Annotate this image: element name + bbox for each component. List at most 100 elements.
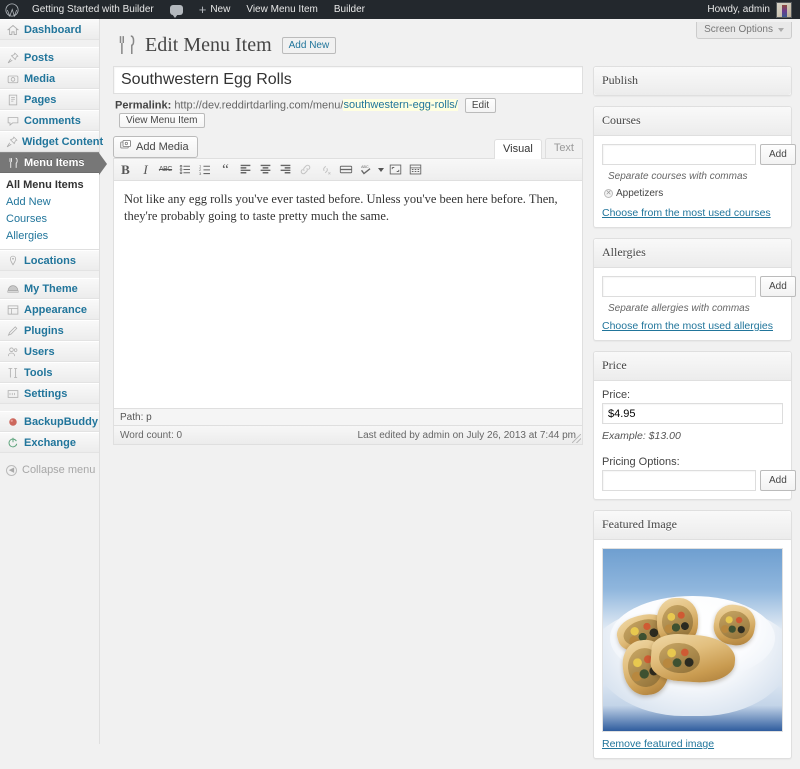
- adminbar-builder[interactable]: Builder: [326, 0, 373, 19]
- metabox-courses-title[interactable]: Courses: [594, 107, 791, 136]
- strikethrough-icon[interactable]: ABC: [156, 160, 175, 179]
- ordered-list-icon[interactable]: 123: [196, 160, 215, 179]
- align-center-icon[interactable]: [256, 160, 275, 179]
- post-title-input[interactable]: [113, 66, 583, 94]
- pricing-options-add-button[interactable]: Add: [760, 470, 796, 491]
- editor-resize-handle[interactable]: [572, 434, 581, 443]
- price-input[interactable]: [602, 403, 783, 424]
- sidebar-item-label: Widget Content: [22, 135, 104, 148]
- add-media-button[interactable]: Add Media: [113, 136, 198, 158]
- sidebar-item-label: Pages: [24, 93, 57, 106]
- adminbar-site-name[interactable]: Getting Started with Builder: [24, 0, 162, 19]
- editor-content-area[interactable]: Not like any egg rolls you've ever taste…: [113, 181, 583, 409]
- adminbar-view-menu-item[interactable]: View Menu Item: [238, 0, 326, 19]
- metabox-allergies-title[interactable]: Allergies: [594, 239, 791, 268]
- allergies-input-row: Add: [602, 276, 796, 297]
- metabox-publish-title[interactable]: Publish: [594, 67, 791, 95]
- bold-icon[interactable]: B: [116, 160, 135, 179]
- sidebar-subitem-all-menu-items[interactable]: All Menu Items: [6, 177, 99, 194]
- sidebar-item-widget-content[interactable]: Widget Content: [0, 131, 103, 152]
- sidebar-subitem-courses[interactable]: Courses: [6, 211, 99, 228]
- allergies-most-used-link[interactable]: Choose from the most used allergies: [602, 318, 773, 332]
- blockquote-icon[interactable]: “: [216, 160, 235, 179]
- spellcheck-dropdown-icon[interactable]: [376, 167, 385, 172]
- sidebar-item-menu-items[interactable]: Menu Items: [0, 152, 107, 175]
- sidebar-item-dashboard[interactable]: Dashboard: [0, 19, 99, 40]
- svg-text:3: 3: [199, 171, 202, 176]
- sidebar-item-appearance[interactable]: Appearance: [0, 299, 99, 320]
- courses-tag-label: Appetizers: [616, 188, 664, 199]
- permalink-base-url[interactable]: http://dev.reddirtdarling.com/menu/: [174, 99, 343, 111]
- tab-text[interactable]: Text: [544, 138, 583, 158]
- settings-gear-icon: [6, 387, 20, 401]
- allergies-add-button[interactable]: Add: [760, 276, 796, 297]
- italic-icon[interactable]: I: [136, 160, 155, 179]
- adminbar-my-account[interactable]: Howdy, admin: [699, 0, 800, 19]
- sidebar-subitem-allergies[interactable]: Allergies: [6, 228, 99, 245]
- sidebar-item-pages[interactable]: Pages: [0, 89, 99, 110]
- courses-input[interactable]: [602, 144, 756, 165]
- sidebar-item-my-theme[interactable]: My Theme: [0, 278, 99, 299]
- view-item-label: View Menu Item: [246, 4, 318, 15]
- media-camera-icon: [6, 72, 20, 86]
- collapse-menu-button[interactable]: ◀ Collapse menu: [0, 460, 99, 480]
- adminbar-comments[interactable]: [162, 0, 191, 19]
- metabox-allergies-body: Add Separate allergies with commas Choos…: [594, 268, 796, 340]
- sidebar-item-label: Dashboard: [24, 23, 82, 36]
- align-right-icon[interactable]: [276, 160, 295, 179]
- allergies-input[interactable]: [602, 276, 756, 297]
- sidebar-item-label: Users: [24, 345, 55, 358]
- sidebar-item-settings[interactable]: Settings: [0, 383, 99, 404]
- sidebar-item-label: Locations: [24, 254, 76, 267]
- view-menu-item-button[interactable]: View Menu Item: [119, 113, 205, 128]
- map-pin-icon: [6, 254, 20, 268]
- insert-more-tag-icon[interactable]: [336, 160, 355, 179]
- kitchen-sink-icon[interactable]: [406, 160, 425, 179]
- admin-bar: Getting Started with Builder + New View …: [0, 0, 800, 19]
- sidebar-item-posts[interactable]: Posts: [0, 47, 99, 68]
- align-left-icon[interactable]: [236, 160, 255, 179]
- sidebar-item-users[interactable]: Users: [0, 341, 99, 362]
- sidebar-item-backupbuddy[interactable]: BackupBuddy: [0, 411, 99, 432]
- wordpress-logo-icon[interactable]: [0, 0, 24, 19]
- screen-options-tab[interactable]: Screen Options: [696, 22, 792, 39]
- adminbar-new-content[interactable]: + New: [191, 0, 239, 19]
- spellcheck-icon[interactable]: ABC: [356, 160, 375, 179]
- price-example-hint: Example: $13.00: [602, 430, 681, 442]
- featured-image-thumbnail[interactable]: [602, 548, 783, 732]
- sidebar-item-tools[interactable]: Tools: [0, 362, 99, 383]
- pricing-options-label: Pricing Options:: [602, 456, 680, 468]
- editor-element-path: Path: p: [113, 409, 583, 426]
- add-new-button[interactable]: Add New: [281, 36, 337, 54]
- courses-add-button[interactable]: Add: [760, 144, 796, 165]
- unlink-icon[interactable]: [316, 160, 335, 179]
- courses-most-used-link[interactable]: Choose from the most used courses: [602, 205, 771, 219]
- sidebar-item-media[interactable]: Media: [0, 68, 99, 89]
- plug-icon: [6, 324, 20, 338]
- comment-bubble-icon: [169, 4, 183, 18]
- fullscreen-icon[interactable]: [386, 160, 405, 179]
- metabox-featured-image-title[interactable]: Featured Image: [594, 511, 791, 540]
- unordered-list-icon[interactable]: [176, 160, 195, 179]
- permalink-slug[interactable]: southwestern-egg-rolls/: [343, 99, 458, 112]
- sidebar-item-locations[interactable]: Locations: [0, 250, 99, 271]
- sidebar-item-exchange[interactable]: Exchange: [0, 432, 99, 453]
- screen-meta-links: Screen Options: [696, 22, 792, 39]
- tab-visual[interactable]: Visual: [494, 139, 542, 159]
- sidebar-item-plugins[interactable]: Plugins: [0, 320, 99, 341]
- sidebar-item-comments[interactable]: Comments: [0, 110, 99, 131]
- remove-featured-image-link[interactable]: Remove featured image: [602, 732, 783, 750]
- users-icon: [6, 345, 20, 359]
- pin-icon: [6, 51, 20, 65]
- list-item: ✕ Appetizers: [604, 188, 783, 199]
- fork-knife-icon: [6, 156, 20, 170]
- sidebar-subitem-add-new[interactable]: Add New: [6, 194, 99, 211]
- backupbuddy-icon: [6, 415, 20, 429]
- page-title: Edit Menu Item: [145, 34, 272, 56]
- metabox-price-title[interactable]: Price: [594, 352, 791, 381]
- pricing-options-input[interactable]: [602, 470, 756, 491]
- edit-permalink-button[interactable]: Edit: [464, 98, 497, 113]
- courses-hint: Separate courses with commas: [608, 171, 748, 182]
- remove-tag-icon[interactable]: ✕: [604, 189, 613, 198]
- insert-link-icon[interactable]: [296, 160, 315, 179]
